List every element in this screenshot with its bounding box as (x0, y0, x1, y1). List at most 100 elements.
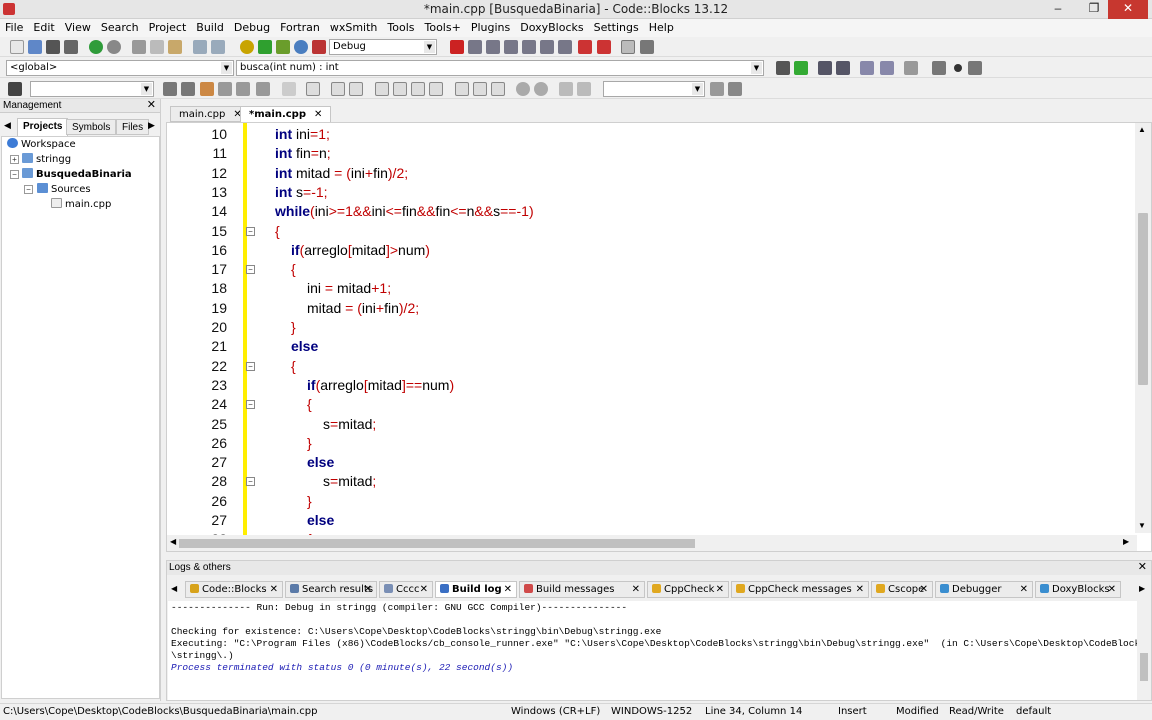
step-out-icon[interactable] (522, 40, 536, 54)
debug-info-icon[interactable] (640, 40, 654, 54)
debug-windows-icon[interactable] (621, 40, 635, 54)
scroll-right-icon[interactable]: ▶ (1123, 537, 1129, 546)
search-combo[interactable]: ▼ (30, 81, 154, 97)
build-target-select[interactable]: Debug ▼ (329, 39, 437, 55)
build-log-output[interactable]: -------------- Run: Debug in stringg (co… (168, 601, 1138, 700)
highlight-icon[interactable] (200, 82, 214, 96)
menu-debug[interactable]: Debug (229, 19, 275, 37)
fold-toggle-icon[interactable]: − (246, 265, 255, 275)
cut-icon[interactable] (132, 40, 146, 54)
code-line[interactable]: 20} (167, 318, 1127, 337)
tools-icon[interactable] (728, 82, 742, 96)
close-tab-icon[interactable]: ✕ (920, 582, 928, 598)
code-line[interactable]: 12 int mitad = (ini+fin)/2; (167, 164, 1127, 183)
code-line[interactable]: 27 else (167, 511, 1127, 530)
log-tab-search-results[interactable]: Search results ✕ (285, 581, 377, 598)
scroll-down-icon[interactable]: ▼ (1138, 521, 1146, 530)
log-tab-cccc[interactable]: Cccc ✕ (379, 581, 433, 598)
run-icon[interactable] (258, 40, 272, 54)
tree-folder-sources[interactable]: Sources (37, 182, 91, 197)
code-line[interactable]: 16 if(arreglo[mitad]>num) (167, 241, 1127, 260)
find-all-icon[interactable] (710, 82, 724, 96)
select-icon[interactable] (218, 82, 232, 96)
save-all-icon[interactable] (64, 40, 78, 54)
log-scrollbar[interactable] (1137, 601, 1151, 700)
log-tab-build-log[interactable]: Build log ✕ (435, 581, 517, 598)
toggle-source-icon[interactable] (860, 61, 874, 75)
save-icon[interactable] (46, 40, 60, 54)
undo-icon[interactable] (89, 40, 103, 54)
fold-toggle-icon[interactable]: − (246, 361, 255, 371)
prev-bookmark-icon[interactable] (932, 61, 946, 75)
code-line[interactable]: 13 int s=-1; (167, 183, 1127, 202)
code-line[interactable]: 22 { (167, 357, 1127, 376)
layout9-icon[interactable] (491, 82, 505, 96)
log-tab-cscope[interactable]: Cscope ✕ (871, 581, 933, 598)
bookmark-icon[interactable] (954, 64, 962, 72)
close-tab-icon[interactable]: ✕ (314, 109, 322, 120)
log-tab-scroll-right-icon[interactable]: ▶ (1139, 584, 1145, 593)
scroll-up-icon[interactable]: ▲ (1138, 125, 1146, 134)
copy-icon[interactable] (150, 40, 164, 54)
close-tab-icon[interactable]: ✕ (504, 582, 512, 598)
code-line[interactable]: 14 while(ini>=1&&ini<=fin&&fin<=n&&s==-1) (167, 202, 1127, 221)
box-icon[interactable] (306, 82, 320, 96)
next-instruction-icon[interactable] (540, 40, 554, 54)
code-line[interactable]: 18 ini = mitad+1; (167, 279, 1127, 298)
pause-icon[interactable] (578, 40, 592, 54)
replace-icon[interactable] (211, 40, 225, 54)
expand-icon[interactable]: + (10, 155, 19, 164)
code-line[interactable]: 26} (167, 492, 1127, 511)
layout5-icon[interactable] (411, 82, 425, 96)
collapse-icon[interactable]: − (24, 185, 33, 194)
code-line[interactable]: 11 int fin=n; (167, 144, 1127, 163)
symbol-s-icon[interactable] (559, 82, 573, 96)
code-line[interactable]: 19 mitad = (ini+fin)/2; (167, 299, 1127, 318)
code-line[interactable]: 15 { (167, 222, 1127, 241)
uncomment-icon[interactable] (836, 61, 850, 75)
log-tab-scroll-left-icon[interactable]: ◀ (171, 584, 177, 593)
close-tab-icon[interactable]: ✕ (1108, 582, 1116, 598)
layout1-icon[interactable] (331, 82, 345, 96)
build-icon[interactable] (240, 40, 254, 54)
regex-icon[interactable] (256, 82, 270, 96)
menu-fortran[interactable]: Fortran (275, 19, 325, 37)
log-tab-doxyblocks[interactable]: DoxyBlocks ✕ (1035, 581, 1121, 598)
run-to-icon[interactable] (794, 61, 808, 75)
close-tab-icon[interactable]: ✕ (1020, 582, 1028, 598)
new-file-icon[interactable] (10, 40, 24, 54)
redo-icon[interactable] (107, 40, 121, 54)
code-line[interactable]: 28 s=mitad; (167, 472, 1127, 491)
fold-toggle-icon[interactable]: − (246, 477, 255, 487)
code-line[interactable]: 10 int ini=1; (167, 125, 1127, 144)
menu-toolsplus[interactable]: Tools+ (420, 19, 466, 37)
settings-wrench-icon[interactable] (904, 61, 918, 75)
layout8-icon[interactable] (473, 82, 487, 96)
close-tab-icon[interactable]: ✕ (364, 582, 372, 598)
code-line[interactable]: 17 { (167, 260, 1127, 279)
log-tab-cppcheck-messages[interactable]: CppCheck messages ✕ (731, 581, 869, 598)
layout3-icon[interactable] (375, 82, 389, 96)
log-tab-cppcheck[interactable]: CppCheck ✕ (647, 581, 729, 598)
find-icon[interactable] (193, 40, 207, 54)
menu-search[interactable]: Search (96, 19, 144, 37)
log-tab-build-messages[interactable]: Build messages ✕ (519, 581, 645, 598)
back-icon[interactable] (163, 82, 177, 96)
menu-plugins[interactable]: Plugins (466, 19, 515, 37)
tab-scroll-right-icon[interactable]: ▶ (148, 120, 155, 131)
tab-symbols[interactable]: Symbols (66, 119, 117, 135)
code-line[interactable]: 27 else (167, 453, 1127, 472)
log-tab-debugger[interactable]: Debugger ✕ (935, 581, 1033, 598)
comment-icon[interactable] (818, 61, 832, 75)
doxy-icon[interactable] (880, 61, 894, 75)
tab-main-cpp[interactable]: main.cpp ✕ (170, 106, 251, 122)
vertical-scrollbar[interactable]: ▲ ▼ (1135, 123, 1151, 533)
tab-projects[interactable]: Projects (17, 118, 69, 136)
menu-doxyblocks[interactable]: DoxyBlocks (515, 19, 588, 37)
menu-tools[interactable]: Tools (382, 19, 419, 37)
menu-view[interactable]: View (60, 19, 96, 37)
menu-edit[interactable]: Edit (28, 19, 59, 37)
log-tab-code-blocks[interactable]: Code::Blocks ✕ (185, 581, 283, 598)
zoom-combo[interactable]: ▼ (603, 81, 705, 97)
horizontal-scroll-thumb[interactable] (179, 539, 695, 548)
